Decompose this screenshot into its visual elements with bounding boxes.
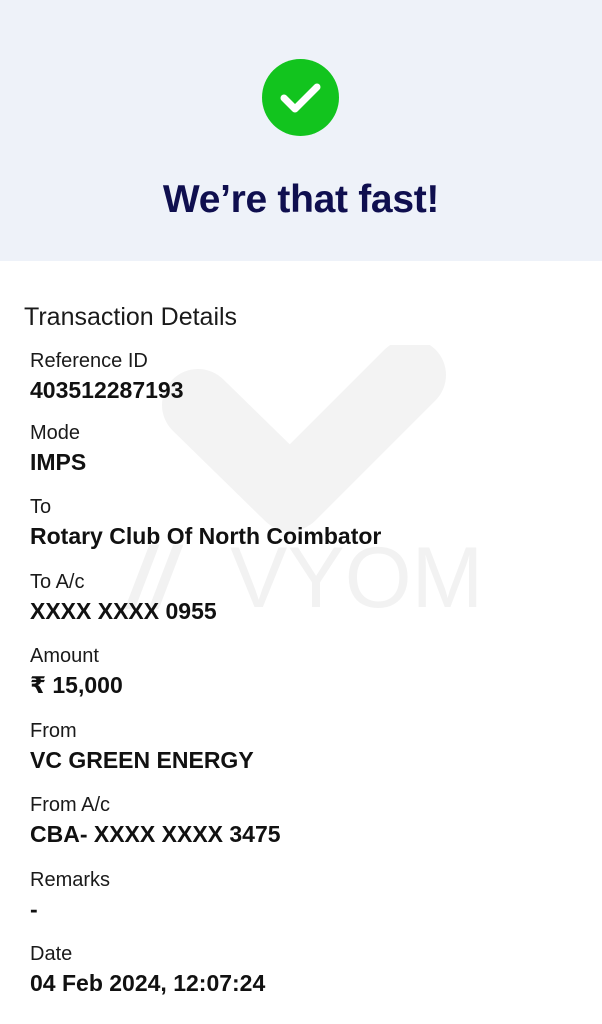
transaction-success-screen: We’re that fast! // VYOM Transaction Det…	[0, 0, 602, 1024]
success-header: We’re that fast!	[0, 0, 602, 261]
mode-value: IMPS	[30, 449, 87, 475]
amount-label: Amount	[30, 645, 99, 667]
remarks-label: Remarks	[30, 869, 111, 891]
date-label: Date	[30, 943, 73, 965]
from-account-value: CBA- XXXX XXXX 3475	[30, 821, 281, 847]
amount-value: ₹ 15,000	[30, 672, 123, 698]
from-label: From	[30, 720, 77, 742]
to-account-value: XXXX XXXX 0955	[30, 598, 217, 624]
remarks-field: Remarks -	[30, 868, 110, 923]
to-field: To Rotary Club Of North Coimbator	[30, 495, 381, 550]
reference-id-label: Reference ID	[30, 350, 148, 372]
from-value: VC GREEN ENERGY	[30, 747, 254, 773]
reference-id-value: 403512287193	[30, 377, 184, 403]
amount-field: Amount ₹ 15,000	[30, 644, 123, 699]
date-field: Date 04 Feb 2024, 12:07:24	[30, 942, 265, 997]
date-value: 04 Feb 2024, 12:07:24	[30, 970, 266, 996]
remarks-value: -	[30, 896, 38, 922]
to-account-label: To A/c	[30, 571, 85, 593]
section-title: Transaction Details	[24, 303, 238, 331]
success-check-icon	[262, 59, 339, 136]
to-label: To	[30, 496, 52, 518]
reference-id-field: Reference ID 403512287193	[30, 349, 184, 404]
from-field: From VC GREEN ENERGY	[30, 719, 254, 774]
to-value: Rotary Club Of North Coimbator	[30, 523, 382, 549]
to-account-field: To A/c XXXX XXXX 0955	[30, 570, 217, 625]
from-account-label: From A/c	[30, 794, 111, 816]
mode-field: Mode IMPS	[30, 421, 86, 476]
success-headline: We’re that fast!	[162, 178, 440, 221]
from-account-field: From A/c CBA- XXXX XXXX 3475	[30, 793, 281, 848]
mode-label: Mode	[30, 422, 81, 444]
check-icon	[280, 83, 321, 113]
